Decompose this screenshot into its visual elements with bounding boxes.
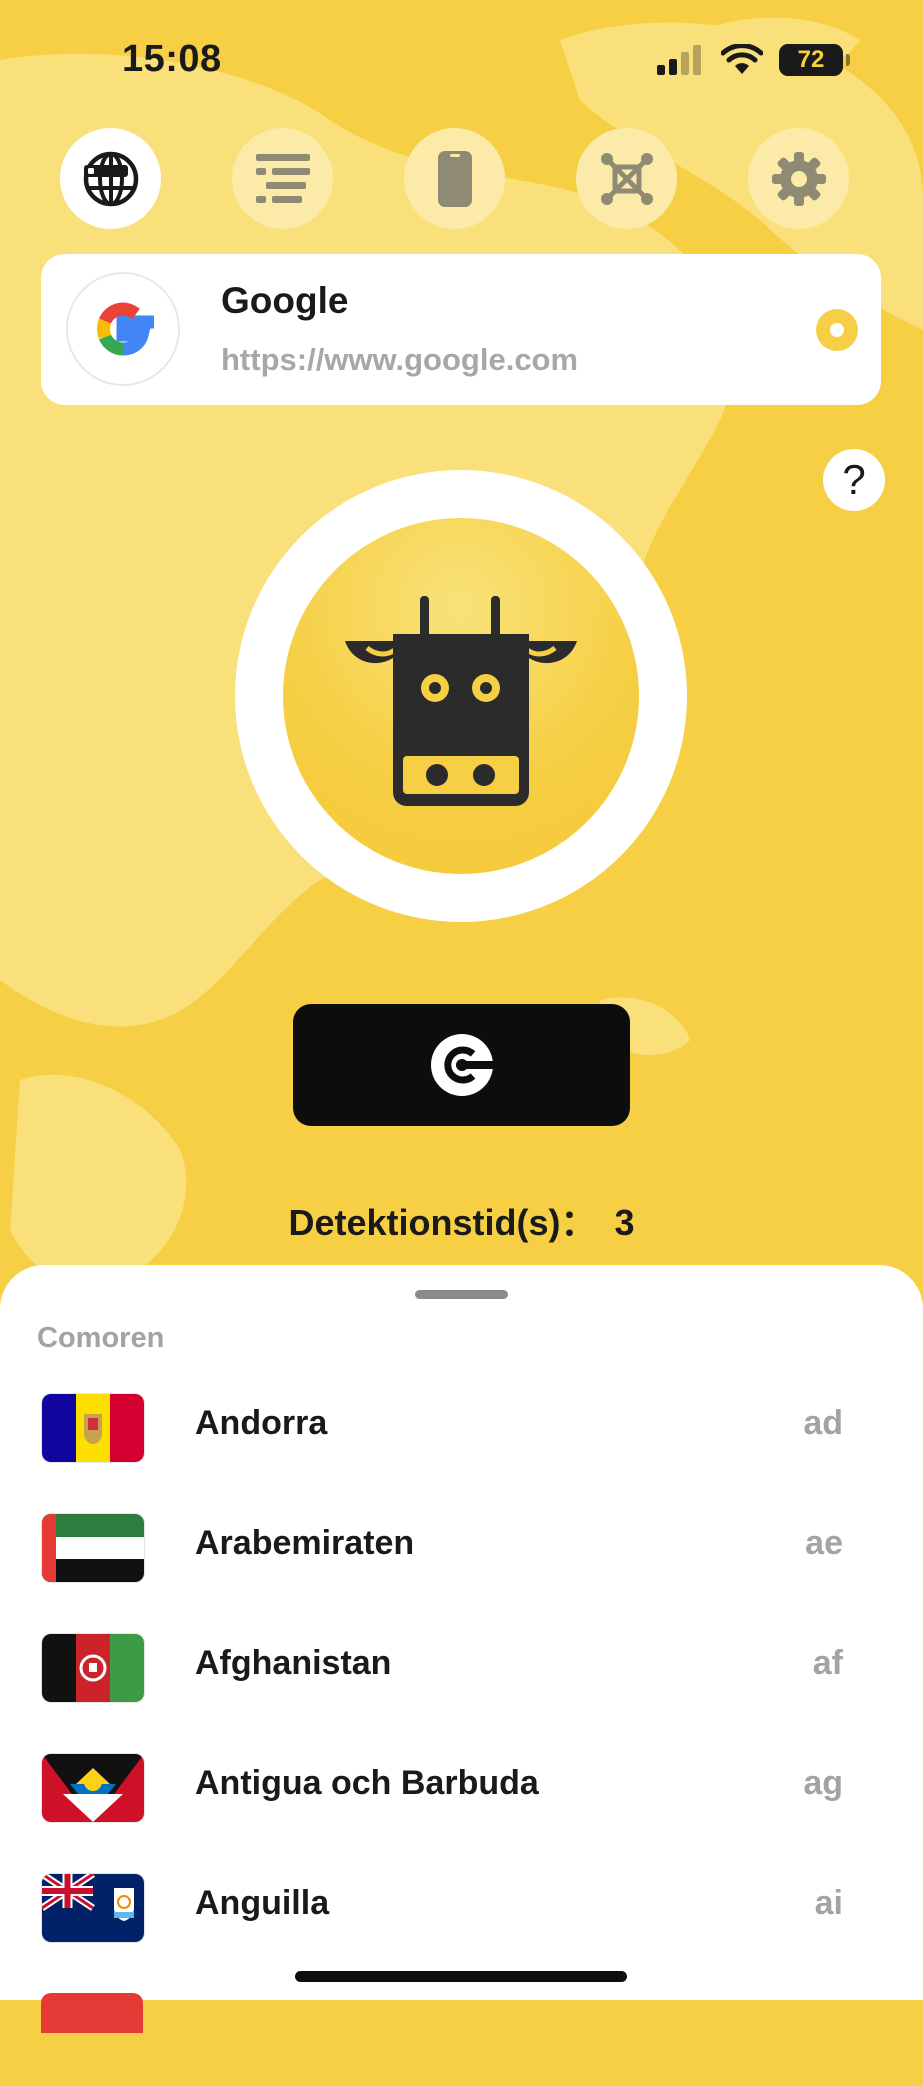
mascot-ring[interactable] [235,470,687,922]
wifi-icon [721,44,763,74]
country-row-afghanistan[interactable]: Afghanistan af [0,1606,923,1726]
help-button[interactable]: ? [823,449,885,511]
country-row-antigua[interactable]: Antigua och Barbuda ag [0,1726,923,1846]
country-name: Andorra [195,1404,328,1442]
nav-phone-button[interactable] [404,128,505,229]
country-code: af [812,1644,843,1682]
detection-time: Detektionstid(s)： 3 [0,1194,923,1246]
country-code: ag [803,1764,843,1802]
google-g-icon [97,302,154,356]
country-sheet: Comoren Andorra ad Arabemiraten ae Afgha… [0,1265,923,2033]
flag-anguilla-icon [41,1873,145,1943]
sheet-drag-handle[interactable] [415,1290,508,1299]
site-url: https://www.google.com [221,342,579,377]
home-indicator [295,1971,627,1982]
flag-antigua-icon [41,1753,145,1823]
country-name: Afghanistan [195,1644,392,1682]
globe-icon [83,151,138,206]
flag-uae-icon [41,1513,145,1583]
detection-time-label: Detektionstid(s)： [288,1202,597,1243]
site-name: Google [221,280,349,321]
country-row-anguilla[interactable]: Anguilla ai [0,1846,923,1966]
status-bar: 15:08 72 [0,0,923,120]
detection-time-value: 3 [614,1202,635,1243]
nav-list-button[interactable] [232,128,333,229]
country-name: Antigua och Barbuda [195,1764,539,1802]
country-code: ae [805,1524,843,1562]
country-code: ad [803,1404,843,1442]
network-icon [600,152,653,205]
connect-icon [430,1034,495,1096]
flag-partial-icon [41,1993,143,2033]
cow-mascot-icon [345,596,577,806]
cellular-signal-icon [657,45,701,75]
country-code: ai [814,1884,843,1922]
selected-site-card[interactable]: Google https://www.google.com [41,254,881,405]
google-logo [66,272,180,386]
gear-icon [771,151,826,206]
nav-globe-button[interactable] [60,128,161,229]
nav-network-button[interactable] [576,128,677,229]
top-nav [60,128,850,230]
country-row-next[interactable] [0,1966,923,2086]
mascot-circle [283,518,639,874]
connect-button[interactable] [293,1004,630,1126]
battery-indicator: 72 [779,44,850,76]
section-label: Comoren [37,1322,165,1354]
status-time: 15:08 [122,38,222,80]
phone-icon [437,150,472,207]
nav-settings-button[interactable] [748,128,849,229]
country-row-arabemiraten[interactable]: Arabemiraten ae [0,1486,923,1606]
country-name: Anguilla [195,1884,330,1922]
country-row-andorra[interactable]: Andorra ad [0,1366,923,1486]
flag-afghanistan-icon [41,1633,145,1703]
status-icons: 72 [657,44,850,76]
country-name: Arabemiraten [195,1524,415,1562]
site-selected-radio[interactable] [816,309,858,351]
align-list-icon [255,153,310,203]
flag-andorra-icon [41,1393,145,1463]
